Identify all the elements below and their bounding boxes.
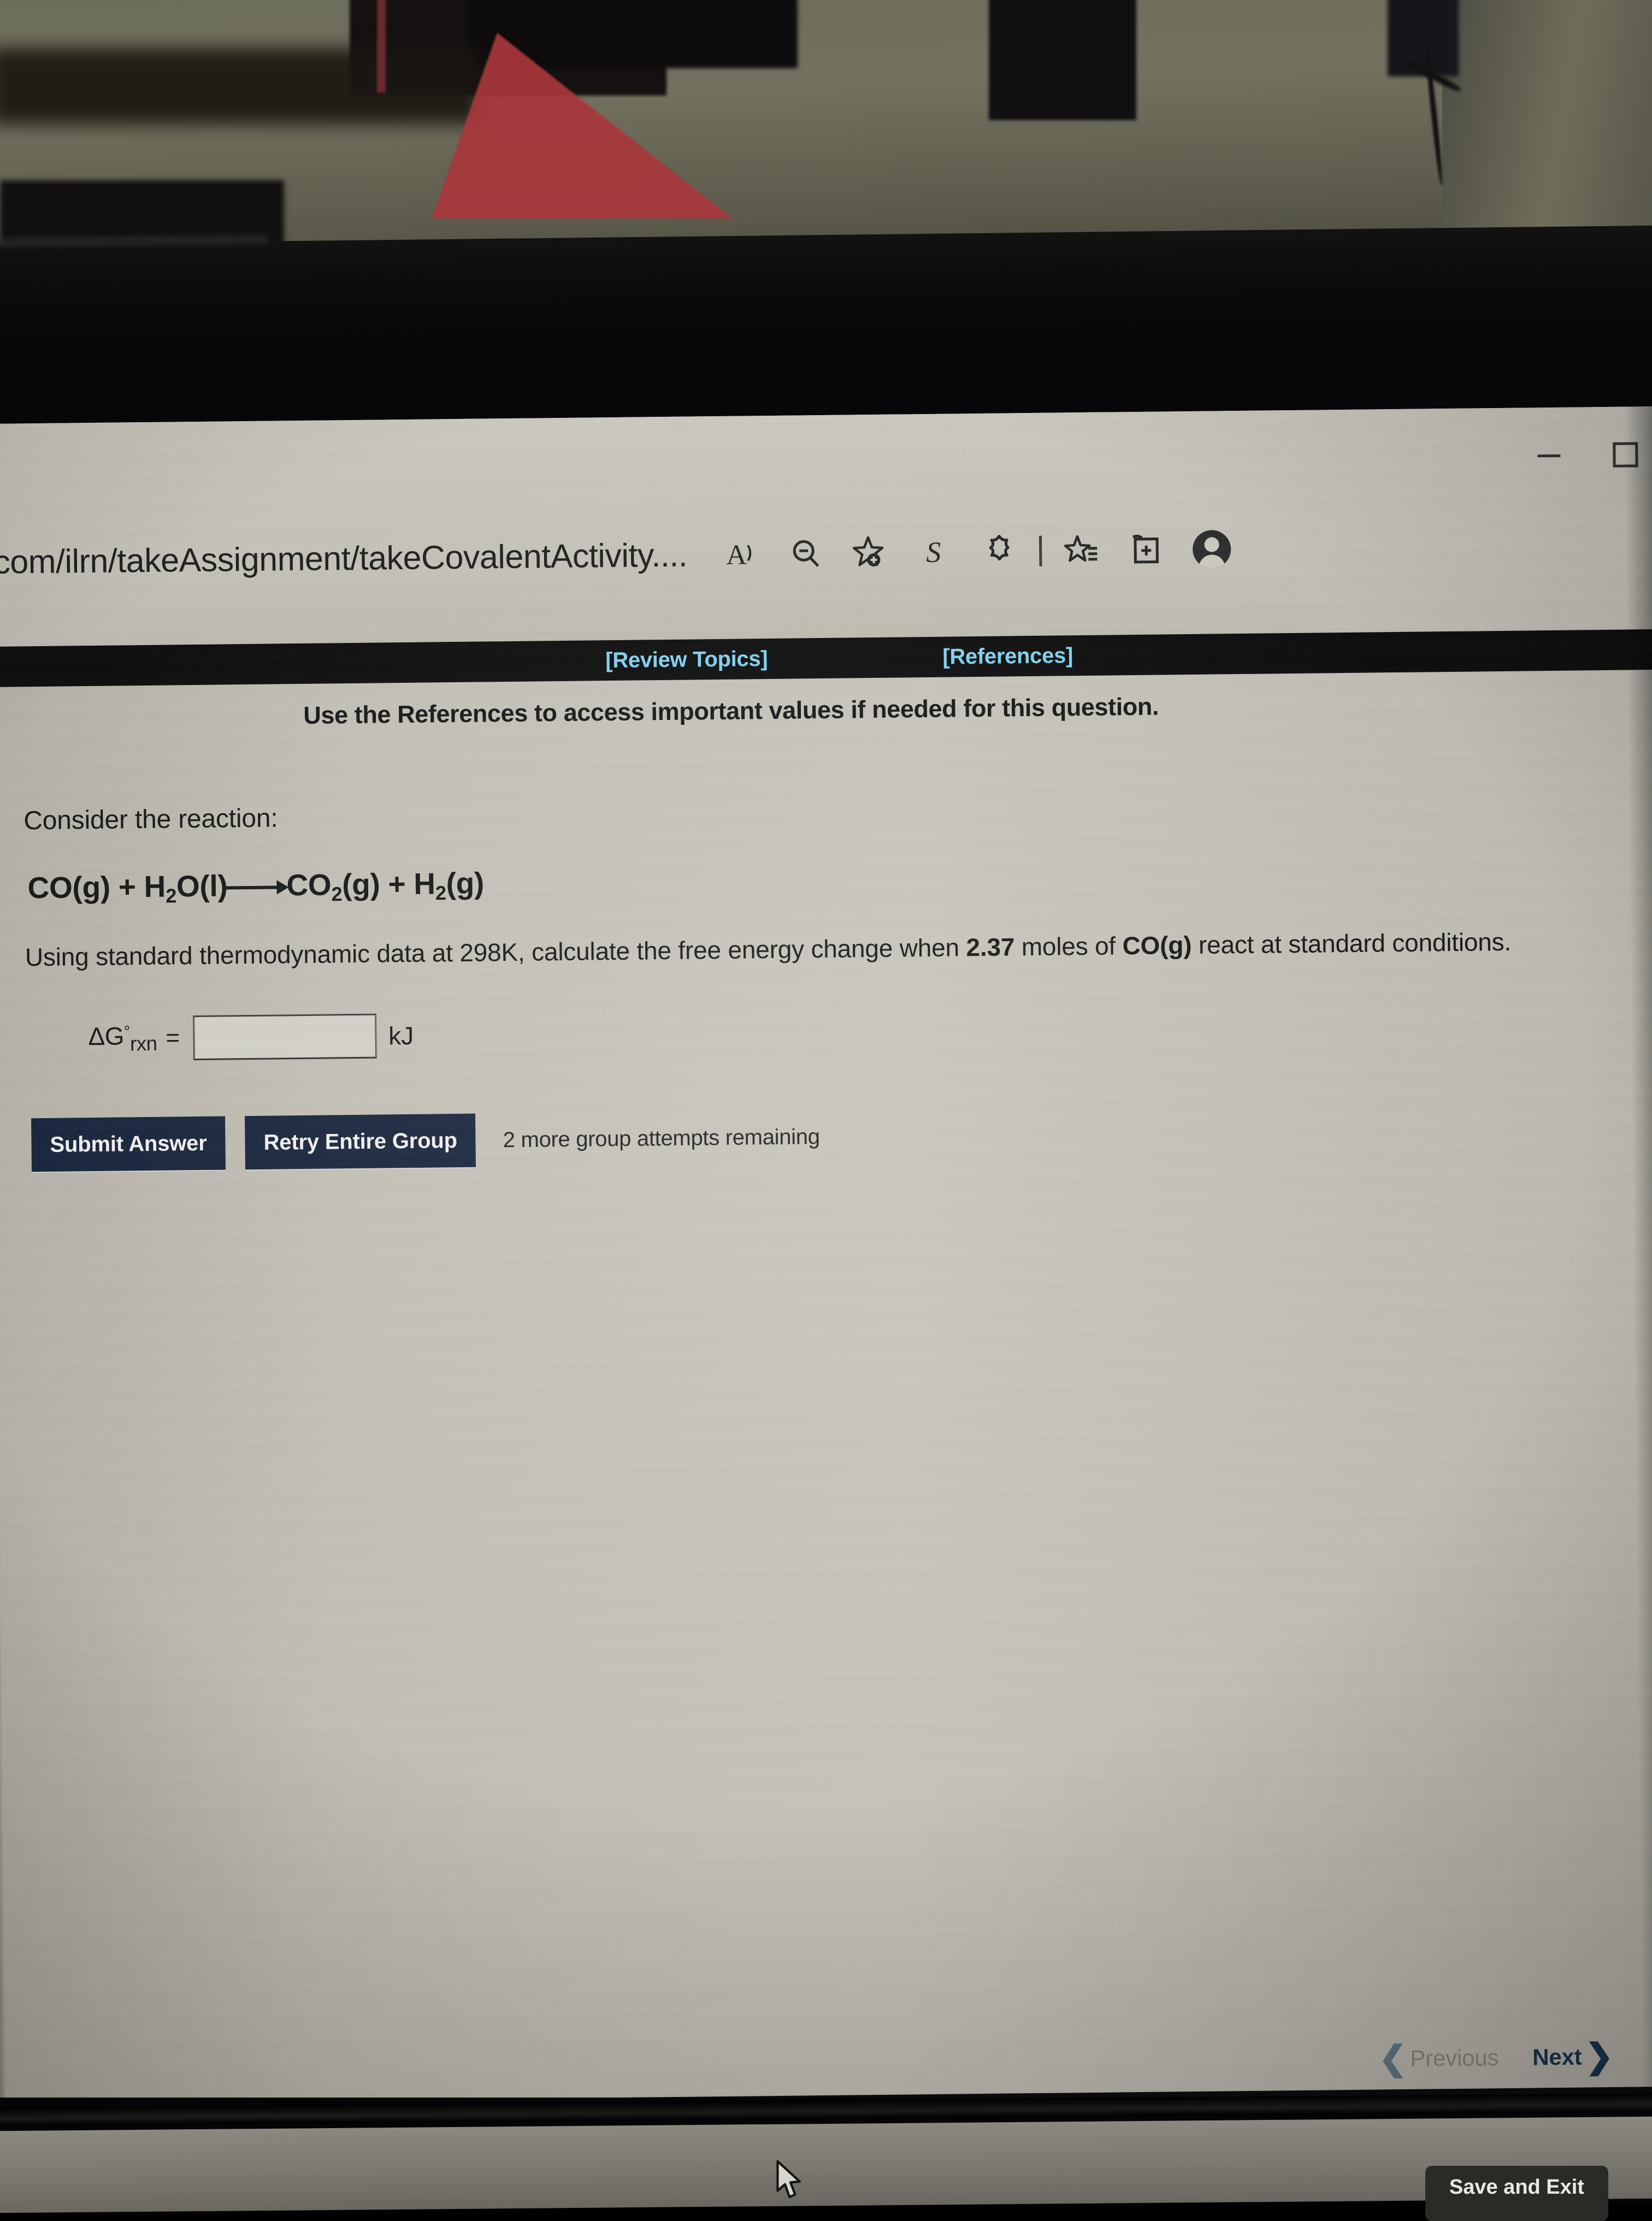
reaction-arrow-icon: [223, 878, 288, 897]
question-part-2: moles of: [1014, 931, 1123, 961]
chevron-right-icon: ❯: [1585, 2046, 1613, 2067]
copilot-icon[interactable]: [967, 523, 1032, 580]
address-bar-row: v.com/ilrn/takeAssignment/takeCovalentAc…: [0, 509, 1652, 598]
references-link[interactable]: [References]: [942, 643, 1073, 669]
minimize-icon[interactable]: [1534, 445, 1564, 467]
photo-scene: v.com/ilrn/takeAssignment/takeCovalentAc…: [0, 0, 1652, 2202]
attempts-remaining-text: 2 more group attempts remaining: [503, 1125, 820, 1153]
equation-plus-2: +: [388, 867, 405, 901]
unit-label: kJ: [388, 1021, 414, 1050]
question-moles-value: 2.37: [966, 932, 1014, 961]
answer-entry-row: ΔG°rxn = kJ: [88, 1013, 414, 1061]
previous-button[interactable]: ❮ Previous: [1378, 2045, 1498, 2072]
mouse-cursor-icon: [775, 2160, 806, 2201]
review-topics-link[interactable]: [Review Topics]: [605, 647, 768, 673]
question-part-1: Using standard thermodynamic data at 298…: [25, 933, 966, 971]
chemical-equation: CO(g) + H2O(l) CO2(g) + H2(g): [27, 865, 484, 909]
equation-reactant-2: H2O(l): [144, 869, 227, 903]
svg-text:A: A: [726, 539, 747, 570]
dark-furniture-d: [1388, 0, 1459, 76]
page-navigation: ❮ Previous Next ❯: [1378, 2043, 1613, 2072]
equals-sign: =: [166, 1024, 180, 1052]
svg-text:S: S: [926, 536, 941, 569]
question-part-3: react at standard conditions.: [1191, 928, 1511, 959]
address-bar-url[interactable]: v.com/ilrn/takeAssignment/takeCovalentAc…: [0, 536, 687, 582]
equation-reactant-1: CO(g): [27, 870, 110, 905]
delta-g-label: ΔG°rxn: [88, 1021, 157, 1056]
add-favorite-icon[interactable]: [838, 524, 903, 581]
profile-avatar[interactable]: [1193, 530, 1231, 569]
room-wall-right: [1442, 0, 1652, 257]
next-button[interactable]: Next ❯: [1532, 2043, 1613, 2071]
split-screen-icon[interactable]: S: [902, 523, 967, 581]
submit-answer-button[interactable]: Submit Answer: [31, 1116, 226, 1172]
previous-label: Previous: [1410, 2045, 1498, 2072]
chevron-left-icon: ❮: [1378, 2048, 1407, 2069]
next-label: Next: [1532, 2044, 1582, 2071]
laptop-screen: v.com/ilrn/takeAssignment/takeCovalentAc…: [0, 406, 1652, 2134]
red-strip-object: [377, 0, 386, 93]
browser-toolbar-icons: A: [709, 521, 1231, 583]
references-instruction: Use the References to access important v…: [303, 693, 1159, 730]
dark-furniture-c: [989, 0, 1136, 120]
question-species: CO(g): [1122, 931, 1191, 960]
read-aloud-icon[interactable]: A: [709, 525, 774, 583]
laptop-deck-surface: [0, 2117, 1652, 2213]
equation-plus-1: +: [118, 870, 135, 903]
consider-reaction-label: Consider the reaction:: [23, 803, 278, 836]
favorites-list-icon[interactable]: [1049, 522, 1114, 579]
question-text: Using standard thermodynamic data at 298…: [25, 925, 1555, 974]
save-and-exit-button[interactable]: Save and Exit: [1425, 2166, 1608, 2221]
red-object: [432, 33, 732, 218]
assignment-page-body: Use the References to access important v…: [0, 670, 1652, 2134]
save-and-exit-wrap: Save and Exit: [1425, 2166, 1608, 2221]
action-button-row: Submit Answer Retry Entire Group 2 more …: [31, 1110, 820, 1172]
collections-icon[interactable]: [1114, 521, 1179, 578]
search-page-icon[interactable]: [774, 525, 839, 582]
browser-chrome: v.com/ilrn/takeAssignment/takeCovalentAc…: [0, 406, 1652, 648]
retry-entire-group-button[interactable]: Retry Entire Group: [245, 1114, 476, 1169]
equation-product-1: CO2(g): [286, 867, 380, 902]
equation-product-2: H2(g): [414, 866, 484, 900]
toolbar-divider: [1039, 536, 1042, 566]
wall-shadow: [0, 48, 481, 125]
free-energy-answer-input[interactable]: [193, 1014, 377, 1061]
